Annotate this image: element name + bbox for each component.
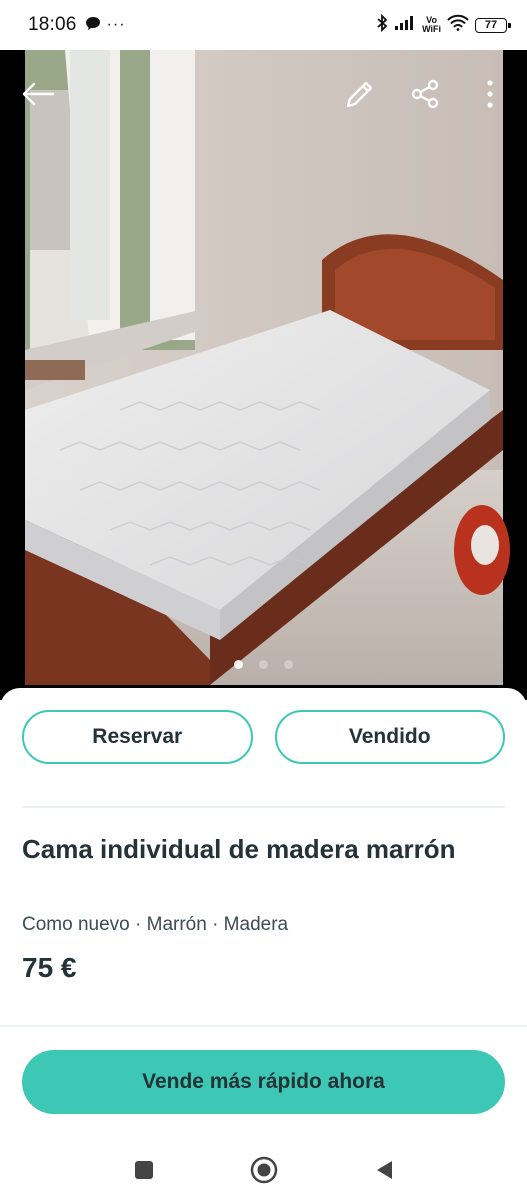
edit-pencil-icon[interactable] (340, 74, 380, 114)
carousel-dot (234, 660, 243, 669)
product-attributes: Como nuevo · Marrón · Madera (22, 914, 289, 935)
status-time: 18:06 (28, 14, 77, 35)
sold-button[interactable]: Vendido (274, 710, 505, 764)
more-notifications-indicator: ··· (106, 16, 126, 33)
carousel-dot (259, 660, 268, 669)
wifi-icon (447, 14, 469, 36)
back-icon[interactable] (369, 1155, 399, 1185)
chat-notification-icon (85, 16, 101, 35)
product-title: Cama individual de madera marrón (22, 834, 456, 864)
product-price: 75 € (22, 952, 77, 983)
divider (0, 1025, 527, 1027)
battery-indicator: 77 (475, 17, 511, 33)
product-photo-carousel[interactable] (0, 50, 527, 700)
reserve-button[interactable]: Reservar (22, 710, 253, 764)
carousel-page-indicator (0, 660, 527, 669)
back-arrow-icon[interactable] (18, 74, 58, 114)
status-actions: Reservar Vendido (22, 710, 505, 764)
carousel-dot (284, 660, 293, 669)
vowifi-label: Vo WiFi (422, 15, 441, 34)
product-details-sheet: Reservar Vendido Cama individual de made… (0, 688, 527, 1200)
product-photo (25, 50, 510, 685)
home-icon[interactable] (249, 1155, 279, 1185)
more-vertical-icon[interactable] (470, 74, 510, 114)
photo-toolbar (0, 50, 527, 140)
divider (22, 806, 505, 808)
share-icon[interactable] (405, 74, 445, 114)
bluetooth-icon (376, 13, 388, 37)
status-bar: 18:06 ··· Vo WiFi 77 (0, 0, 527, 50)
recent-apps-icon[interactable] (129, 1155, 159, 1185)
sell-faster-button[interactable]: Vende más rápido ahora (22, 1050, 505, 1114)
signal-icon (394, 15, 416, 36)
system-navigation-bar (0, 1140, 527, 1200)
